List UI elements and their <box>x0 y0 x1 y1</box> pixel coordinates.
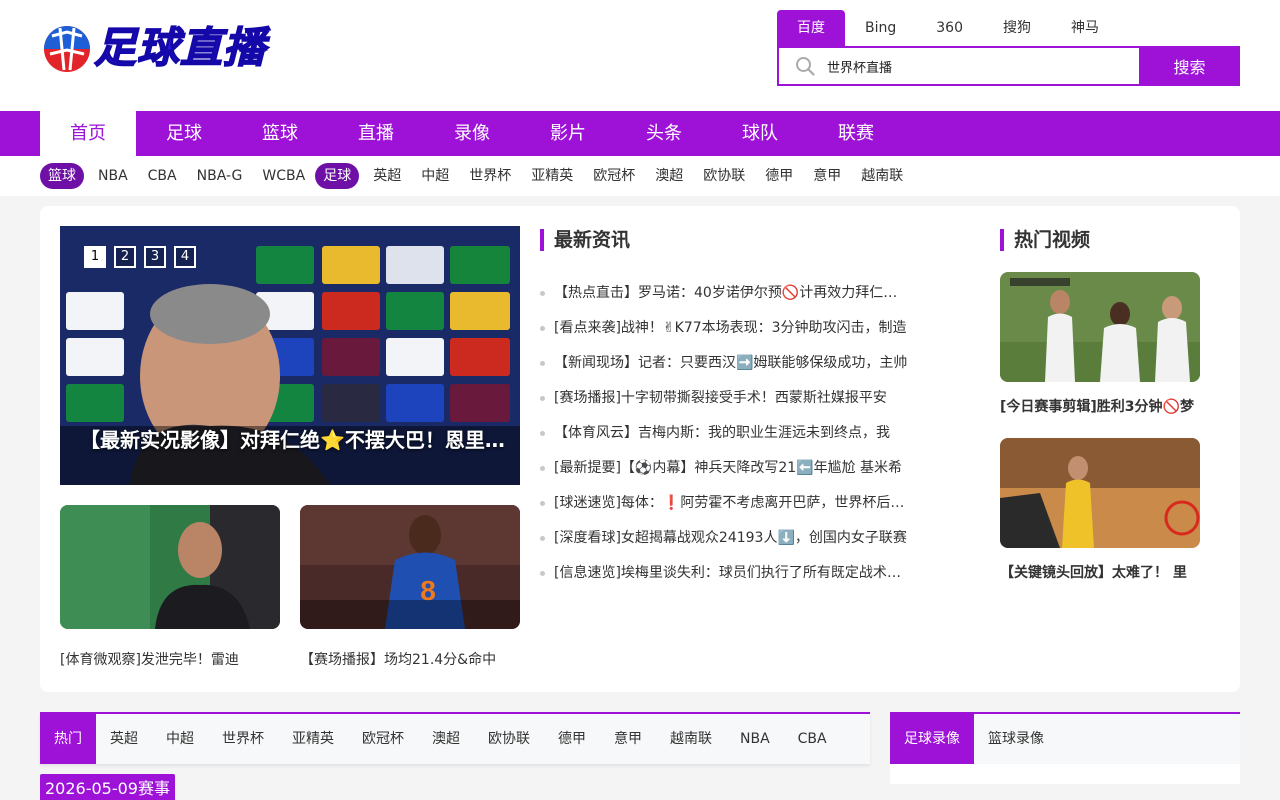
ball-logo-icon <box>44 26 90 72</box>
nav-item-movies[interactable]: 影片 <box>520 111 616 156</box>
schedule-tab-cba[interactable]: CBA <box>784 714 841 764</box>
nav-item-leagues[interactable]: 联赛 <box>808 111 904 156</box>
video-thumbnail[interactable] <box>1000 438 1200 548</box>
nav-item-basketball[interactable]: 篮球 <box>232 111 328 156</box>
search-field <box>777 46 1139 86</box>
search-tab-360[interactable]: 360 <box>916 10 983 46</box>
news-thumbnail-image: 8 <box>300 505 520 629</box>
schedule-tab-acl-elite[interactable]: 亚精英 <box>278 714 348 764</box>
video-thumbnail-image <box>1000 438 1200 548</box>
news-list-item[interactable]: [球迷速览]每体：❗阿劳霍不考虑离开巴萨，世界杯后再谈 <box>540 486 910 521</box>
sub-nav: 篮球 NBA CBA NBA-G WCBA 足球 英超 中超 世界杯 亚精英 欧… <box>0 156 1280 196</box>
news-thumbnail[interactable]: 8 <box>300 505 520 629</box>
schedule-tab-premier-league[interactable]: 英超 <box>96 714 152 764</box>
subnav-category-basketball[interactable]: 篮球 <box>40 163 84 189</box>
main-content-card: 1 2 3 4 【最新实况影像】对拜仁绝⭐不摆大巴！恩里克坚持进攻 [体育微观察… <box>40 206 1240 692</box>
subnav-item-nba-g[interactable]: NBA-G <box>187 163 253 189</box>
search-icon <box>796 57 815 76</box>
schedule-tab-world-cup[interactable]: 世界杯 <box>208 714 278 764</box>
hero-dot[interactable]: 1 <box>84 246 106 268</box>
replay-tab-football[interactable]: 足球录像 <box>890 714 974 764</box>
video-thumbnail-image <box>1000 272 1200 382</box>
search-box: 搜索 <box>777 46 1240 86</box>
hero-dot[interactable]: 4 <box>174 246 196 268</box>
subnav-item-bundesliga[interactable]: 德甲 <box>755 163 803 189</box>
schedule-tab-v-league[interactable]: 越南联 <box>656 714 726 764</box>
hero-pagination: 1 2 3 4 <box>84 246 196 268</box>
news-list-item[interactable]: 【体育风云】吉梅内斯：我的职业生涯远未到终点，我 <box>540 416 910 451</box>
nav-item-replay[interactable]: 录像 <box>424 111 520 156</box>
subnav-item-acl-elite[interactable]: 亚精英 <box>521 163 583 189</box>
replay-tab-basketball[interactable]: 篮球录像 <box>974 714 1058 764</box>
nav-item-live[interactable]: 直播 <box>328 111 424 156</box>
hero-slider[interactable]: 1 2 3 4 【最新实况影像】对拜仁绝⭐不摆大巴！恩里克坚持进攻 <box>60 226 520 485</box>
nav-item-football[interactable]: 足球 <box>136 111 232 156</box>
search-engine-tabs: 百度 Bing 360 搜狗 神马 <box>777 10 1119 46</box>
video-caption[interactable]: [今日赛事剪辑]胜利3分钟🚫梦 <box>1000 396 1200 416</box>
schedule-tab-serie-a[interactable]: 意甲 <box>600 714 656 764</box>
subnav-item-premier-league[interactable]: 英超 <box>363 163 411 189</box>
site-logo[interactable]: 足球直播 <box>42 20 270 78</box>
replay-tabs: 足球录像 篮球录像 <box>890 712 1240 764</box>
search-button[interactable]: 搜索 <box>1139 46 1240 86</box>
subnav-item-cba[interactable]: CBA <box>138 163 187 189</box>
hot-videos-title: 热门视频 <box>1000 229 1090 251</box>
search-tab-bing[interactable]: Bing <box>845 10 916 46</box>
schedule-tabs: 热门 英超 中超 世界杯 亚精英 欧冠杯 澳超 欧协联 德甲 意甲 越南联 NB… <box>40 712 870 764</box>
subnav-item-conference-league[interactable]: 欧协联 <box>693 163 755 189</box>
news-list-item[interactable]: [信息速览]埃梅里谈失利：球员们执行了所有既定战术安排 <box>540 556 910 591</box>
news-thumbnail-caption[interactable]: [体育微观察]发泄完毕！雷迪 <box>60 649 280 669</box>
search-tab-baidu[interactable]: 百度 <box>777 10 845 46</box>
news-list-item[interactable]: 【热点直击】罗马诺：40岁诺伊尔预🚫计再效力拜仁一个赛季 <box>540 276 910 311</box>
schedule-tab-a-league[interactable]: 澳超 <box>418 714 474 764</box>
news-list-item[interactable]: [深度看球]女超揭幕战观众24193人⬇️，创国内女子联赛 <box>540 521 910 556</box>
news-thumbnail-image <box>60 505 280 629</box>
news-thumbnail[interactable] <box>60 505 280 629</box>
subnav-category-football[interactable]: 足球 <box>315 163 360 189</box>
subnav-item-serie-a[interactable]: 意甲 <box>803 163 851 189</box>
subnav-item-csl[interactable]: 中超 <box>411 163 459 189</box>
nav-item-teams[interactable]: 球队 <box>712 111 808 156</box>
news-list-item[interactable]: [赛场播报]十字韧带撕裂接受手术！西蒙斯社媒报平安 <box>540 381 910 416</box>
schedule-tab-csl[interactable]: 中超 <box>152 714 208 764</box>
hero-dot[interactable]: 3 <box>144 246 166 268</box>
schedule-tab-conference-league[interactable]: 欧协联 <box>474 714 544 764</box>
schedule-tab-champions-league[interactable]: 欧冠杯 <box>348 714 418 764</box>
logo-text: 足球直播 <box>93 22 267 73</box>
schedule-tab-hot[interactable]: 热门 <box>40 714 96 764</box>
subnav-item-a-league[interactable]: 澳超 <box>645 163 693 189</box>
search-tab-sogou[interactable]: 搜狗 <box>983 10 1051 46</box>
latest-news-list: 【热点直击】罗马诺：40岁诺伊尔预🚫计再效力拜仁一个赛季 [看点来袭]战神！✌K… <box>540 276 910 591</box>
subnav-item-nba[interactable]: NBA <box>88 163 138 189</box>
hero-caption[interactable]: 【最新实况影像】对拜仁绝⭐不摆大巴！恩里克坚持进攻 <box>80 424 520 453</box>
subnav-item-world-cup[interactable]: 世界杯 <box>459 163 521 189</box>
subnav-item-v-league[interactable]: 越南联 <box>851 163 913 189</box>
header: 足球直播 百度 Bing 360 搜狗 神马 搜索 <box>0 0 1280 111</box>
video-thumbnail[interactable] <box>1000 272 1200 382</box>
nav-item-home[interactable]: 首页 <box>40 111 136 156</box>
subnav-item-champions-league[interactable]: 欧冠杯 <box>583 163 645 189</box>
news-list-item[interactable]: [看点来袭]战神！✌K77本场表现：3分钟助攻闪击，制造 <box>540 311 910 346</box>
schedule-tab-nba[interactable]: NBA <box>726 714 784 764</box>
search-tab-shenma[interactable]: 神马 <box>1051 10 1119 46</box>
video-caption[interactable]: 【关键镜头回放】太难了！ 里 <box>1000 562 1200 582</box>
main-nav: 首页 足球 篮球 直播 录像 影片 头条 球队 联赛 <box>0 111 1280 156</box>
latest-news-title: 最新资讯 <box>540 229 630 251</box>
subnav-item-wcba[interactable]: WCBA <box>252 163 315 189</box>
replay-panel <box>890 764 1240 784</box>
schedule-tab-bundesliga[interactable]: 德甲 <box>544 714 600 764</box>
search-input[interactable] <box>827 58 1127 74</box>
news-thumbnail-caption[interactable]: 【赛场播报】场均21.4分&命中 <box>300 649 520 669</box>
schedule-date-label: 2026-05-09赛事 <box>40 774 175 800</box>
news-list-item[interactable]: 【新闻现场】记者：只要西汉➡️姆联能够保级成功，主帅 <box>540 346 910 381</box>
nav-item-headlines[interactable]: 头条 <box>616 111 712 156</box>
news-list-item[interactable]: [最新提要]【⚽内幕】神兵天降改写21⬅️年尴尬 基米希 <box>540 451 910 486</box>
hero-dot[interactable]: 2 <box>114 246 136 268</box>
